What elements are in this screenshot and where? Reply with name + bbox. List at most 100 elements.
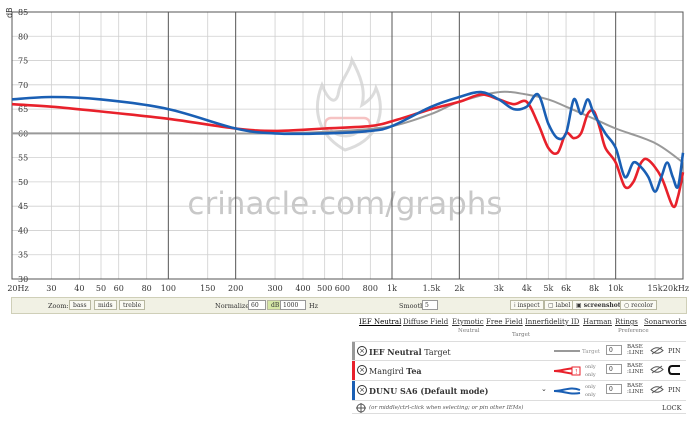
tab-harman[interactable]: Harman (583, 318, 612, 326)
tab-etymotic[interactable]: Etymotic (452, 318, 484, 326)
y-tick-label: 40 (18, 226, 28, 235)
tab-free-field[interactable]: Free Field (486, 318, 523, 326)
y-tick-label: 55 (18, 154, 28, 163)
x-tick-label: 800 (363, 284, 378, 293)
svg-text:only: only (585, 392, 596, 398)
zoom-bass-button[interactable]: bass (69, 300, 91, 310)
x-tick-label: 6k (561, 284, 571, 293)
x-tick-label: 400 (295, 284, 310, 293)
hz-label: Hz (309, 302, 319, 310)
target-tabs: IEF Neutral Diffuse Field Etymotic Free … (352, 315, 686, 339)
dunu-sa6-curve (11, 90, 685, 193)
x-tick-label: 5k (543, 284, 553, 293)
zoom-label: Zoom: (48, 302, 69, 310)
remove-icon[interactable]: × (357, 365, 367, 375)
zoom-treble-button[interactable]: treble (119, 300, 146, 310)
frequency-response-graph: crinacle.com/graphs 85807570656055504540… (5, 7, 689, 293)
x-tick-label: 2k (454, 284, 464, 293)
x-tick-label: 20Hz (7, 284, 28, 293)
x-tick-label: 1.5k (423, 284, 441, 293)
watermark-logo (315, 55, 382, 152)
add-crosshair-icon[interactable] (356, 403, 366, 413)
y-tick-label: 65 (18, 105, 28, 114)
y-tick-label: 75 (18, 57, 28, 66)
row-color-bar (352, 342, 355, 360)
recolor-button[interactable]: ○ recolor (620, 300, 657, 310)
watermark-text: crinacle.com/graphs (187, 186, 502, 222)
x-tick-label: 50 (96, 284, 106, 293)
pin-button[interactable]: PIN (668, 386, 681, 394)
tab-diffuse-field[interactable]: Diffuse Field (403, 318, 448, 326)
x-tick-label: 600 (335, 284, 350, 293)
svg-text:Target: Target (582, 349, 601, 355)
screenshot-button[interactable]: ▣ screenshot (572, 300, 625, 310)
tab-sonarworks[interactable]: Sonarworks (644, 318, 686, 326)
add-phone-row[interactable]: (or middle/ctrl-click when selecting; or… (352, 400, 686, 414)
normalize-db-input[interactable]: 60 (248, 300, 266, 310)
pin-button[interactable]: PIN (668, 347, 681, 355)
row-name: DUNU SA6 (Default mode) (369, 386, 489, 396)
tab-group-preference: Preference (618, 328, 649, 334)
x-tick-label: 1k (387, 284, 397, 293)
x-tick-label: 200 (228, 284, 243, 293)
hide-eye-icon[interactable] (650, 346, 664, 355)
x-tick-label: 300 (267, 284, 282, 293)
y-tick-label: 70 (18, 81, 28, 90)
offset-input[interactable]: 0 (606, 384, 622, 394)
zoom-mids-button[interactable]: mids (94, 300, 117, 310)
x-tick-label: 40 (74, 284, 84, 293)
svg-text:only: only (585, 364, 596, 370)
offset-input[interactable]: 0 (606, 345, 622, 355)
x-tick-label: 100 (161, 284, 176, 293)
tab-group-neutral: Neutral (458, 328, 480, 334)
dunu-legend-swatch: only only (553, 384, 596, 398)
offset-input[interactable]: 0 (606, 364, 622, 374)
label-icon: ▢ (548, 302, 556, 309)
phone-row-mangird-tea: × Mangird Tea ! only only 0 BASE:LINE (352, 360, 686, 380)
graph-toolbar: Zoom: bass mids treble Normalize: 60 dB … (11, 297, 687, 314)
x-tick-label: 4k (522, 284, 532, 293)
target-legend-swatch: Target (554, 349, 601, 355)
hide-eye-icon[interactable] (650, 365, 664, 374)
variant-dropdown-chevron-icon[interactable]: ⌄ (541, 385, 547, 393)
label-button[interactable]: ▢ label (544, 300, 575, 310)
lock-button[interactable]: LOCK (662, 404, 681, 412)
normalize-hz-input[interactable]: 1000 (280, 300, 306, 310)
x-tick-label: 80 (142, 284, 152, 293)
tab-innerfidelity-id[interactable]: Innerfidelity ID (525, 318, 579, 326)
y-tick-label: 45 (18, 202, 28, 211)
svg-text:!: ! (575, 369, 577, 376)
pinned-icon[interactable] (668, 364, 682, 376)
x-tick-label: 15k (648, 284, 663, 293)
x-tick-label: 10k (608, 284, 623, 293)
row-name: Mangird Tea (369, 366, 422, 376)
tab-group-target: Target (512, 332, 531, 338)
y-tick-label: 80 (18, 32, 28, 41)
tab-ief-neutral[interactable]: IEF Neutral (359, 318, 401, 326)
baseline-toggle[interactable]: BASE:LINE (627, 383, 644, 395)
x-tick-label: 3k (494, 284, 504, 293)
add-hint-text: (or middle/ctrl-click when selecting; or… (369, 405, 524, 411)
remove-icon[interactable]: × (357, 385, 367, 395)
row-color-bar (352, 361, 355, 380)
baseline-toggle[interactable]: BASE:LINE (627, 363, 644, 375)
baseline-toggle[interactable]: BASE:LINE (627, 344, 644, 356)
remove-icon[interactable]: × (357, 346, 367, 356)
y-tick-label: 50 (18, 178, 28, 187)
svg-text:only: only (585, 384, 596, 390)
y-tick-label: 35 (18, 251, 28, 260)
camera-icon: ▣ (576, 302, 584, 309)
target-and-phone-panel: IEF Neutral Diffuse Field Etymotic Free … (352, 315, 686, 415)
x-tick-label: 8k (589, 284, 599, 293)
tab-rtings[interactable]: Rtings (615, 318, 638, 326)
smooth-input[interactable]: 5 (422, 300, 438, 310)
hide-eye-icon[interactable] (650, 385, 664, 394)
phone-row-target: × IEF Neutral Target Target 0 BASE:LINE … (352, 341, 686, 360)
svg-text:only: only (585, 372, 596, 378)
plot-frame (11, 11, 684, 280)
phone-row-dunu-sa6: × DUNU SA6 (Default mode) ⌄ only only 0 B… (352, 380, 686, 400)
x-tick-label: 30 (46, 284, 56, 293)
x-tick-label: 150 (200, 284, 215, 293)
x-tick-label: 20kHz (663, 284, 689, 293)
inspect-button[interactable]: ⁞ inspect (510, 300, 544, 310)
